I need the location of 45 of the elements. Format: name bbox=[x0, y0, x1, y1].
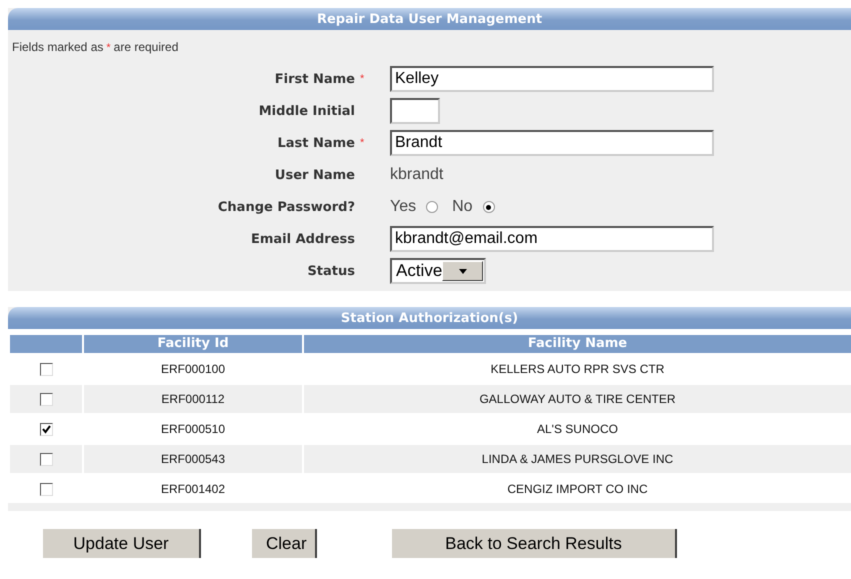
field-label: Status bbox=[307, 264, 355, 278]
table-cell: LINDA & JAMES PURSGLOVE INC bbox=[304, 445, 851, 473]
column-header: Facility Name bbox=[304, 335, 851, 353]
field-label: Email Address bbox=[250, 232, 355, 246]
table-cell-text: AL'S SUNOCO bbox=[536, 421, 619, 438]
input-field[interactable]: Kelley bbox=[390, 66, 714, 92]
required-note: are required bbox=[114, 40, 178, 54]
radio-button[interactable] bbox=[482, 201, 495, 213]
table-cell: ERF000543 bbox=[84, 445, 302, 473]
checkbox[interactable] bbox=[40, 422, 52, 436]
field-label: Last Name bbox=[277, 136, 355, 150]
input-field[interactable]: kbrandt@email.com bbox=[390, 226, 714, 252]
required-mark: * bbox=[359, 137, 364, 149]
status-dropdown[interactable]: Active bbox=[390, 258, 486, 284]
checkbox[interactable] bbox=[40, 362, 52, 376]
action-button[interactable]: Clear bbox=[252, 529, 317, 558]
checkbox[interactable] bbox=[40, 452, 52, 466]
user-name-value: kbrandt bbox=[390, 166, 444, 184]
action-button[interactable]: Back to Search Results bbox=[392, 529, 677, 558]
field-label: Middle Initial bbox=[258, 104, 355, 118]
field-label: Change Password? bbox=[218, 200, 355, 214]
panel-title: Repair Data User Management bbox=[8, 8, 851, 30]
field-label: User Name bbox=[274, 168, 355, 182]
radio-button[interactable] bbox=[426, 201, 438, 213]
table-cell: GALLOWAY AUTO & TIRE CENTER bbox=[304, 385, 851, 413]
table-cell-text: ERF000100 bbox=[160, 361, 226, 378]
radio-label[interactable]: No bbox=[452, 198, 473, 216]
required-mark: * bbox=[106, 42, 111, 54]
action-button[interactable]: Update User bbox=[43, 529, 201, 558]
table-cell-text: KELLERS AUTO RPR SVS CTR bbox=[490, 361, 666, 378]
required-note: Fields marked as bbox=[12, 40, 104, 54]
checkbox[interactable] bbox=[40, 392, 52, 406]
field-label: First Name bbox=[274, 72, 355, 86]
table-cell-text: ERF001402 bbox=[160, 481, 226, 498]
table-cell-text: CENGIZ IMPORT CO INC bbox=[506, 481, 649, 498]
checkbox[interactable] bbox=[40, 482, 52, 496]
input-field[interactable] bbox=[390, 98, 440, 124]
column-header: Facility Id bbox=[84, 335, 302, 353]
table-cell: ERF000112 bbox=[84, 385, 302, 413]
table-cell-text: ERF000510 bbox=[160, 421, 226, 438]
panel-title: Station Authorization(s) bbox=[8, 307, 851, 329]
required-mark: * bbox=[359, 73, 364, 85]
radio-label[interactable]: Yes bbox=[390, 198, 416, 216]
header-cell bbox=[10, 335, 82, 353]
input-field[interactable]: Brandt bbox=[390, 130, 714, 156]
